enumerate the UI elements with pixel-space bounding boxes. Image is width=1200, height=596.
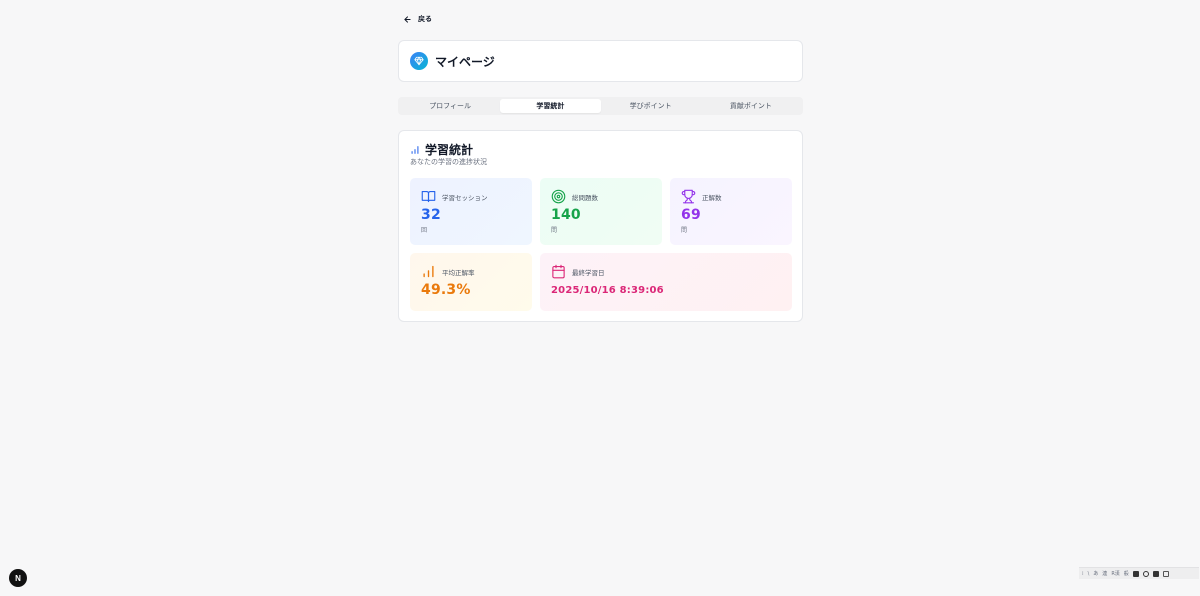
correct-tile: 正解数 69 問 xyxy=(670,178,792,245)
accuracy-tile: 平均正解率 49.3% xyxy=(410,253,532,311)
bar-chart-icon xyxy=(423,265,434,278)
back-label: 戻る xyxy=(418,15,432,23)
nextjs-logo-icon: N xyxy=(15,573,21,583)
correct-label: 正解数 xyxy=(702,193,722,202)
target-icon xyxy=(551,189,566,204)
bar-chart-icon xyxy=(411,145,419,154)
last-study-value: 2025/10/16 8:39:06 xyxy=(551,285,664,296)
tab-contribution-points[interactable]: 貢献ポイント xyxy=(701,99,801,113)
ime-hiragana[interactable]: あ xyxy=(1093,570,1098,577)
calendar-icon xyxy=(552,264,565,279)
page-title: マイページ xyxy=(435,54,495,69)
stats-subtitle: あなたの学習の進捗状況 xyxy=(410,158,487,166)
tab-label: 学びポイント xyxy=(629,102,672,110)
accuracy-label: 平均正解率 xyxy=(442,268,475,277)
study-stats-card: 学習統計 あなたの学習の進捗状況 学習セッション 32 回 総問題数 140 問 xyxy=(398,130,803,322)
arrow-left-icon xyxy=(404,15,411,23)
nextjs-devtools-button[interactable]: N xyxy=(9,569,27,587)
ime-mode[interactable]: 連 xyxy=(1102,570,1107,577)
total-questions-value: 140 xyxy=(551,207,581,223)
tab-profile[interactable]: プロフィール xyxy=(400,99,500,113)
gem-icon xyxy=(410,52,428,70)
total-questions-label: 総問題数 xyxy=(572,193,598,202)
ime-kanji[interactable]: R漢 xyxy=(1111,570,1119,577)
page-header: マイページ xyxy=(398,40,803,82)
sessions-tile: 学習セッション 32 回 xyxy=(410,178,532,245)
total-questions-tile: 総問題数 140 問 xyxy=(540,178,662,245)
trophy-icon xyxy=(681,189,696,204)
keyboard-icon[interactable] xyxy=(1132,570,1139,577)
book-icon xyxy=(421,190,436,203)
system-tray: ⁞ \ あ 連 R漢 般 xyxy=(1079,567,1199,579)
sessions-unit: 回 xyxy=(421,227,428,234)
back-button[interactable]: 戻る xyxy=(403,14,432,24)
chat-icon[interactable] xyxy=(1152,570,1159,577)
last-study-label: 最終学習日 xyxy=(572,268,605,277)
correct-value: 69 xyxy=(681,207,701,223)
tab-bar: プロフィール 学習統計 学びポイント 貢献ポイント xyxy=(398,97,803,115)
window-icon[interactable] xyxy=(1162,570,1169,577)
accuracy-value: 49.3% xyxy=(421,282,471,298)
tab-study-stats[interactable]: 学習統計 xyxy=(500,99,601,113)
tab-label: 貢献ポイント xyxy=(729,102,772,110)
total-questions-unit: 問 xyxy=(551,227,558,234)
power-icon[interactable] xyxy=(1142,570,1149,577)
slash-icon: \ xyxy=(1087,570,1090,577)
tab-learning-points[interactable]: 学びポイント xyxy=(601,99,701,113)
last-study-tile: 最終学習日 2025/10/16 8:39:06 xyxy=(540,253,792,311)
sessions-label: 学習セッション xyxy=(442,193,488,202)
sessions-value: 32 xyxy=(421,207,441,223)
divider-icon: ⁞ xyxy=(1082,570,1084,577)
tab-label: 学習統計 xyxy=(536,102,565,110)
stats-header: 学習統計 xyxy=(410,141,473,158)
tab-label: プロフィール xyxy=(429,102,472,110)
stats-title: 学習統計 xyxy=(425,143,474,157)
correct-unit: 問 xyxy=(681,227,688,234)
ime-general[interactable]: 般 xyxy=(1124,570,1129,577)
